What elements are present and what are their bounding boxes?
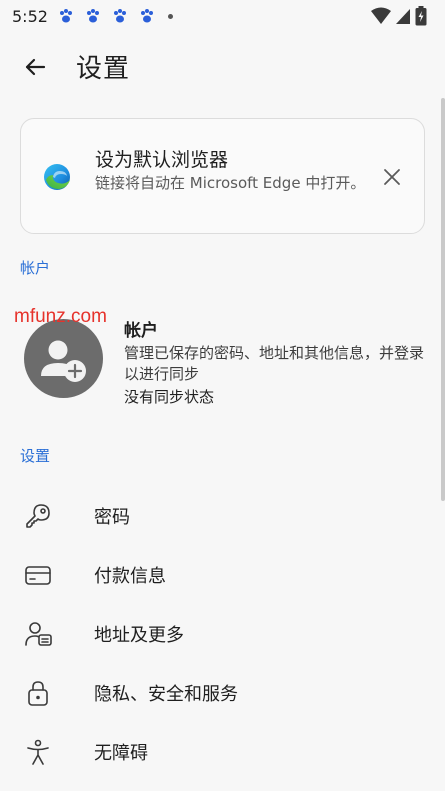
promo-title: 设为默认浏览器 (95, 149, 229, 171)
settings-item-label: 无障碍 (94, 743, 148, 764)
watermark: mfunz.com (14, 306, 107, 327)
promo-description: 链接将自动在 Microsoft Edge 中打开。 (95, 174, 366, 192)
settings-item-label: 地址及更多 (94, 625, 184, 646)
settings-item-label: 付款信息 (94, 566, 166, 587)
default-browser-card[interactable]: 设为默认浏览器 链接将自动在 Microsoft Edge 中打开。 (20, 118, 425, 234)
settings-item-addresses[interactable]: 地址及更多 (0, 604, 445, 663)
wifi-icon (371, 7, 391, 24)
settings-item-privacy[interactable]: 隐私、安全和服务 (0, 663, 445, 722)
status-indicators (371, 6, 427, 26)
settings-item-label: 密码 (94, 507, 130, 528)
arrow-left-icon (25, 58, 46, 76)
app-bar: 设置 (0, 36, 445, 96)
paw-icon (59, 9, 72, 23)
lock-icon (28, 681, 48, 706)
edge-logo-icon (44, 164, 70, 190)
settings-item-payment[interactable]: 付款信息 (0, 545, 445, 604)
status-bar: 5:52 (0, 0, 445, 32)
contact-card-icon (25, 622, 52, 646)
status-time: 5:52 (12, 6, 48, 26)
settings-item-accessibility[interactable]: 无障碍 (0, 722, 445, 781)
avatar (24, 319, 103, 398)
account-section-header: 帐户 (20, 259, 51, 277)
paw-icon (140, 9, 153, 23)
back-button[interactable] (20, 52, 50, 82)
sync-status: 没有同步状态 (124, 388, 215, 406)
more-notifications-dot-icon (167, 13, 173, 19)
account-title: 帐户 (124, 321, 158, 341)
credit-card-icon (25, 566, 51, 585)
paw-icon (113, 9, 126, 23)
scrollbar[interactable] (441, 98, 445, 501)
settings-item-passwords[interactable]: 密码 (0, 486, 445, 545)
accessibility-icon (27, 739, 49, 765)
paw-icon (86, 9, 99, 23)
account-description: 管理已保存的密码、地址和其他信息，并登录以进行同步 (124, 344, 425, 383)
cell-signal-icon (396, 9, 410, 24)
close-icon (384, 169, 400, 185)
settings-section-header: 设置 (20, 447, 51, 465)
key-icon (26, 504, 50, 528)
settings-item-label: 隐私、安全和服务 (94, 684, 238, 705)
page-title: 设置 (76, 54, 131, 84)
battery-icon (415, 6, 427, 26)
add-person-icon (41, 340, 86, 382)
close-button[interactable] (380, 165, 404, 189)
